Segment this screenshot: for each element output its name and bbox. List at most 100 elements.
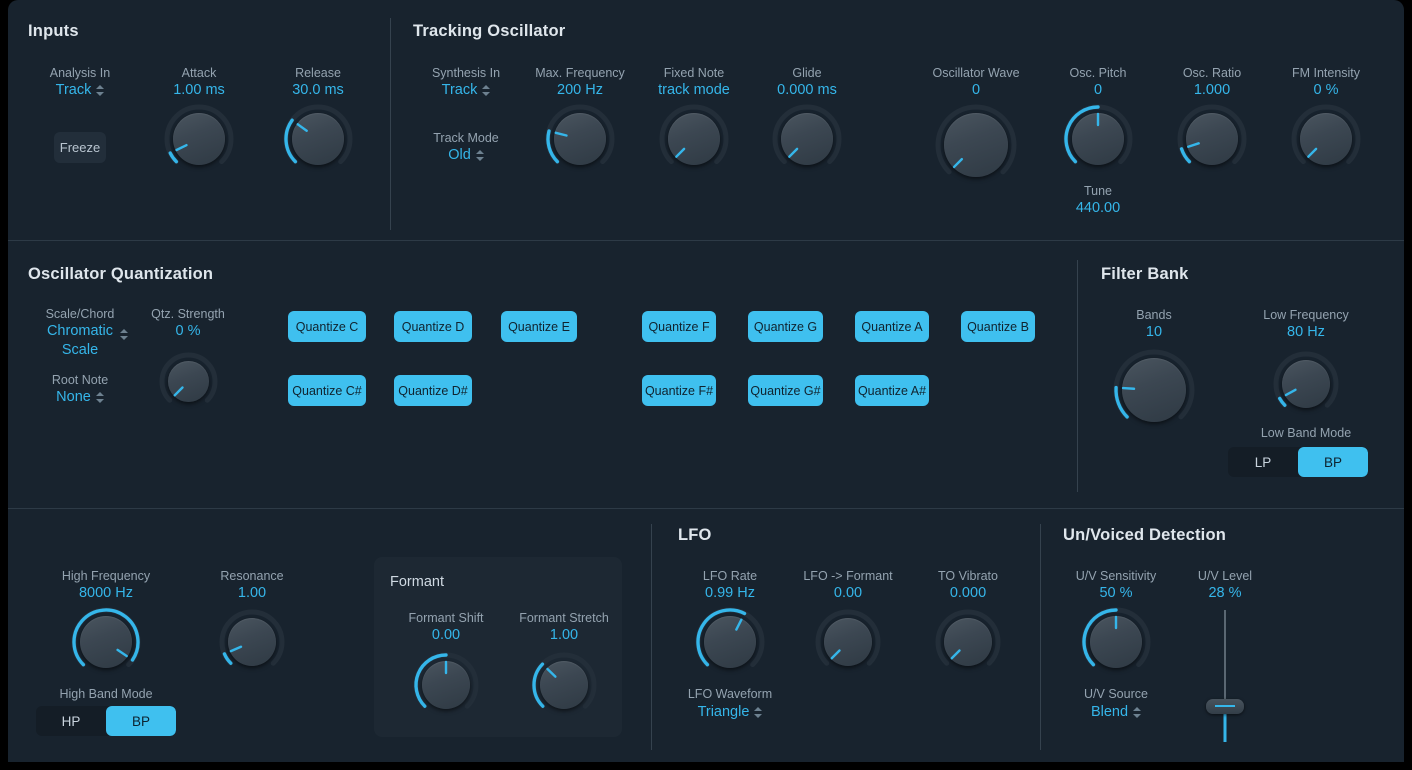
high-frequency-label: High Frequency <box>46 568 166 584</box>
osc-pitch-label: Osc. Pitch <box>1038 65 1158 81</box>
quantize-button-c[interactable]: Quantize C <box>288 311 366 342</box>
uv-level-label: U/V Level <box>1170 568 1280 584</box>
uv-sensitivity-control: U/V Sensitivity 50 % <box>1056 568 1176 603</box>
chevron-updown-icon <box>1132 706 1141 719</box>
quantize-button-b[interactable]: Quantize B <box>961 311 1035 342</box>
low-frequency-control: Low Frequency 80 Hz <box>1246 307 1366 342</box>
quantize-button-asharp[interactable]: Quantize A# <box>855 375 929 406</box>
qtz-strength-knob[interactable] <box>160 353 217 410</box>
qtz-strength-control: Qtz. Strength 0 % <box>128 306 248 341</box>
uv-level-slider[interactable] <box>1204 610 1246 742</box>
fm-intensity-control: FM Intensity 0 % <box>1266 65 1386 100</box>
synthesis-in-menu[interactable]: Track <box>442 81 491 100</box>
analysis-in-menu[interactable]: Track <box>56 81 105 100</box>
lfo-rate-label: LFO Rate <box>670 568 790 584</box>
bands-knob[interactable] <box>1114 350 1194 430</box>
lfo-waveform-menu[interactable]: Triangle <box>670 703 790 722</box>
resonance-label: Resonance <box>192 568 312 584</box>
tune-label: Tune <box>1038 183 1158 199</box>
root-note-value: None <box>56 388 91 407</box>
tune-value: 440.00 <box>1038 199 1158 218</box>
osc-ratio-knob[interactable] <box>1178 105 1246 173</box>
to-vibrato-knob[interactable] <box>936 610 1000 674</box>
lfo-waveform-value: Triangle <box>698 703 750 722</box>
freeze-label: Freeze <box>60 140 100 155</box>
low-frequency-knob[interactable] <box>1274 352 1338 416</box>
formant-panel-title: Formant <box>390 574 444 590</box>
resonance-knob[interactable] <box>220 610 284 674</box>
quantize-button-dsharp[interactable]: Quantize D# <box>394 375 472 406</box>
column-divider-inputs <box>390 18 391 230</box>
attack-value: 1.00 ms <box>139 81 259 100</box>
scale-chord-menu[interactable]: Chromatic Scale <box>20 322 140 360</box>
oscillator-wave-label: Oscillator Wave <box>916 65 1036 81</box>
lfo-formant-value: 0.00 <box>788 584 908 603</box>
synthesis-in-control[interactable]: Synthesis In Track <box>406 65 526 100</box>
high-band-mode-option-hp[interactable]: HP <box>36 706 106 736</box>
fixed-note-knob[interactable] <box>660 105 728 173</box>
lfo-rate-control: LFO Rate 0.99 Hz <box>670 568 790 603</box>
tune-control: Tune 440.00 <box>1038 183 1158 218</box>
formant-stretch-knob[interactable] <box>532 653 596 717</box>
section-title-tracking-oscillator: Tracking Oscillator <box>413 22 565 41</box>
formant-shift-knob[interactable] <box>414 653 478 717</box>
quantize-button-gsharp[interactable]: Quantize G# <box>748 375 823 406</box>
freeze-button[interactable]: Freeze <box>54 132 106 163</box>
glide-knob[interactable] <box>773 105 841 173</box>
lfo-waveform-label: LFO Waveform <box>670 686 790 702</box>
quantize-button-fsharp[interactable]: Quantize F# <box>642 375 716 406</box>
fm-intensity-knob[interactable] <box>1292 105 1360 173</box>
track-mode-value: Old <box>448 146 471 165</box>
section-title-filter-bank: Filter Bank <box>1101 265 1188 284</box>
analysis-in-control[interactable]: Analysis In Track <box>20 65 140 100</box>
uv-sensitivity-knob[interactable] <box>1082 608 1150 676</box>
osc-pitch-value: 0 <box>1038 81 1158 100</box>
max-frequency-knob[interactable] <box>546 105 614 173</box>
low-band-mode-option-lp[interactable]: LP <box>1228 447 1298 477</box>
attack-label: Attack <box>139 65 259 81</box>
quantize-button-a[interactable]: Quantize A <box>855 311 929 342</box>
oscillator-wave-control: Oscillator Wave 0 <box>916 65 1036 100</box>
analysis-in-value: Track <box>56 81 92 100</box>
quantize-button-csharp[interactable]: Quantize C# <box>288 375 366 406</box>
high-band-mode-label: High Band Mode <box>46 686 166 702</box>
formant-stretch-control: Formant Stretch 1.00 <box>504 610 624 645</box>
osc-ratio-value: 1.000 <box>1152 81 1272 100</box>
release-control: Release 30.0 ms <box>258 65 378 100</box>
uv-source-menu[interactable]: Blend <box>1056 703 1176 722</box>
fm-intensity-label: FM Intensity <box>1266 65 1386 81</box>
quantize-button-f[interactable]: Quantize F <box>642 311 716 342</box>
synthesis-in-label: Synthesis In <box>406 65 526 81</box>
chevron-updown-icon <box>119 328 128 341</box>
uv-sensitivity-label: U/V Sensitivity <box>1056 568 1176 584</box>
high-band-mode-switch[interactable]: HP BP <box>36 706 176 736</box>
attack-knob[interactable] <box>165 105 233 173</box>
attack-control: Attack 1.00 ms <box>139 65 259 100</box>
fixed-note-value: track mode <box>634 81 754 100</box>
scale-chord-control[interactable]: Scale/Chord Chromatic Scale <box>20 306 140 360</box>
quantize-button-e[interactable]: Quantize E <box>501 311 577 342</box>
root-note-label: Root Note <box>20 372 140 388</box>
uv-level-control: U/V Level 28 % <box>1170 568 1280 603</box>
low-band-mode-option-bp[interactable]: BP <box>1298 447 1368 477</box>
fixed-note-control: Fixed Note track mode <box>634 65 754 100</box>
track-mode-control[interactable]: Track Mode Old <box>406 130 526 165</box>
quantize-button-d[interactable]: Quantize D <box>394 311 472 342</box>
root-note-menu[interactable]: None <box>56 388 104 407</box>
section-title-lfo: LFO <box>678 526 712 545</box>
oscillator-wave-knob[interactable] <box>936 105 1016 185</box>
lfo-rate-knob[interactable] <box>696 608 764 676</box>
track-mode-menu[interactable]: Old <box>448 146 484 165</box>
bands-label: Bands <box>1094 307 1214 323</box>
lfo-formant-knob[interactable] <box>816 610 880 674</box>
uv-level-slider-handle[interactable] <box>1206 699 1244 714</box>
osc-pitch-knob[interactable] <box>1064 105 1132 173</box>
high-frequency-knob[interactable] <box>72 608 140 676</box>
to-vibrato-control: TO Vibrato 0.000 <box>908 568 1028 603</box>
quantize-button-g[interactable]: Quantize G <box>748 311 823 342</box>
release-knob[interactable] <box>284 105 352 173</box>
root-note-control[interactable]: Root Note None <box>20 372 140 407</box>
lfo-formant-label: LFO -> Formant <box>788 568 908 584</box>
high-band-mode-option-bp[interactable]: BP <box>106 706 176 736</box>
low-band-mode-switch[interactable]: LP BP <box>1228 447 1368 477</box>
